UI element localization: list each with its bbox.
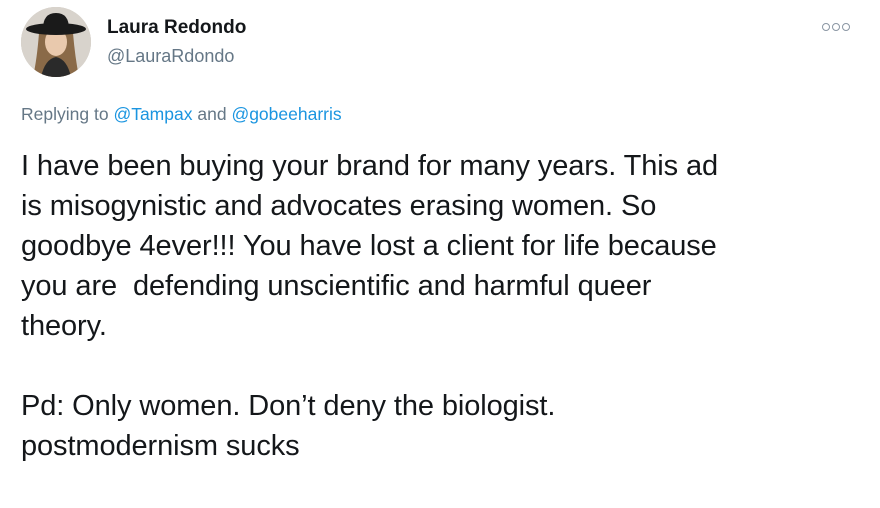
- tweet-line: Pd: Only women. Don’t deny the biologist…: [21, 390, 556, 422]
- mention-tampax-link[interactable]: @Tampax: [113, 104, 192, 124]
- tweet-line: I have been buying your brand for many y…: [21, 150, 719, 182]
- tweet-line: postmodernism sucks: [21, 430, 300, 462]
- tweet-line: theory.: [21, 310, 107, 342]
- profile-avatar-icon: [21, 7, 91, 77]
- replying-to-joiner: and: [197, 104, 227, 124]
- tweet-card: Laura Redondo @LauraRdondo Replying to @…: [0, 0, 880, 508]
- dot-icon: [822, 23, 830, 31]
- avatar[interactable]: [21, 7, 91, 77]
- more-options-icon[interactable]: [822, 20, 850, 34]
- tweet-line: is misogynistic and advocates erasing wo…: [21, 190, 657, 222]
- dot-icon: [842, 23, 850, 31]
- tweet-text: I have been buying your brand for many y…: [21, 146, 861, 466]
- author-display-name[interactable]: Laura Redondo: [107, 17, 246, 39]
- tweet-line: goodbye 4ever!!! You have lost a client …: [21, 230, 717, 262]
- mention-gobeeharris-link[interactable]: @gobeeharris: [231, 104, 341, 124]
- dot-icon: [832, 23, 840, 31]
- tweet-line: you are defending unscientific and harmf…: [21, 270, 652, 302]
- author-handle[interactable]: @LauraRdondo: [107, 46, 234, 67]
- replying-to: Replying to @Tampax and @gobeeharris: [21, 104, 342, 125]
- replying-to-label: Replying to: [21, 104, 109, 124]
